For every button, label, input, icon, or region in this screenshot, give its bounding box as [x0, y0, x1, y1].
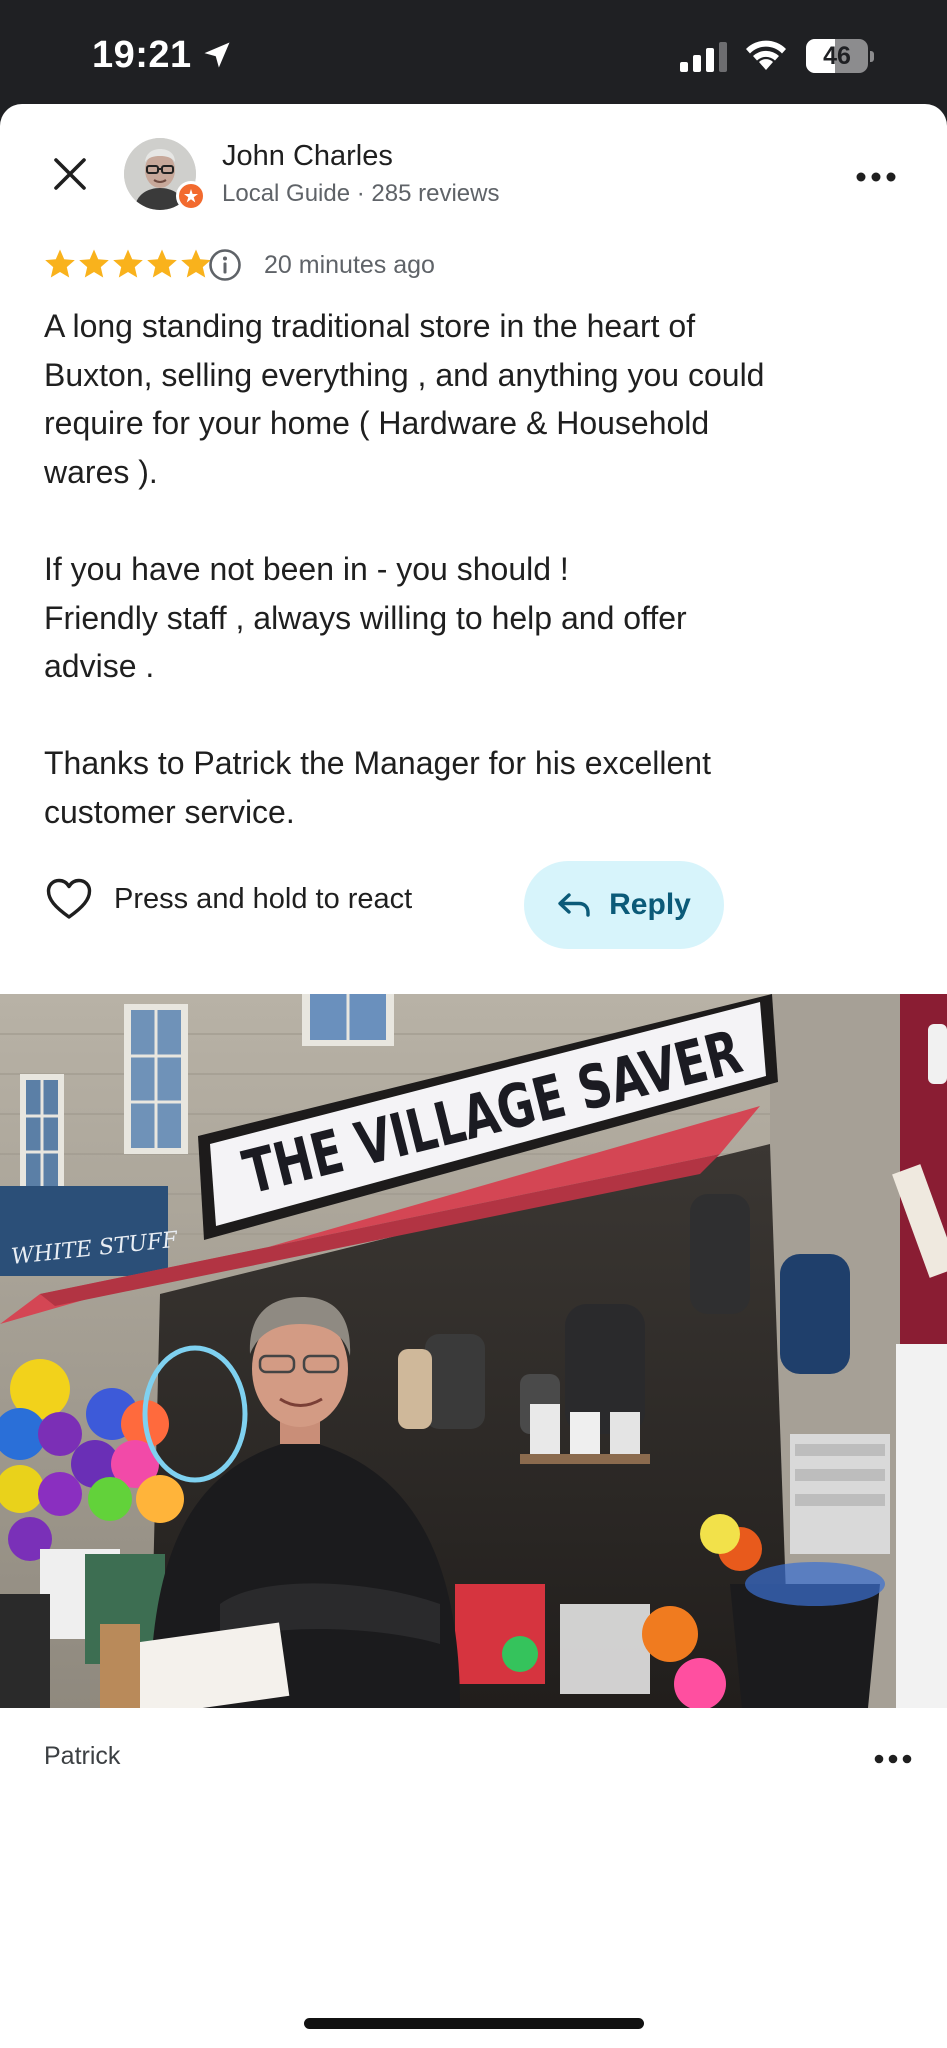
star-icon	[113, 249, 143, 278]
review-text: A long standing traditional store in the…	[44, 308, 765, 830]
star-icon	[79, 249, 109, 278]
more-options-button[interactable]	[850, 162, 902, 192]
reply-button[interactable]: Reply	[524, 861, 724, 949]
battery-icon: 46	[806, 39, 874, 73]
reviewer-name[interactable]: John Charles	[222, 140, 393, 173]
info-icon[interactable]	[208, 248, 242, 282]
star-icon	[147, 249, 177, 278]
reply-label: Reply	[609, 888, 691, 921]
photo-more-options-button[interactable]	[868, 1744, 918, 1774]
home-indicator[interactable]	[304, 2018, 644, 2029]
wifi-icon	[746, 40, 786, 70]
react-button[interactable]: Press and hold to react	[46, 874, 412, 924]
status-time: 19:21	[92, 34, 192, 76]
battery-level: 46	[823, 42, 851, 70]
react-label: Press and hold to react	[114, 882, 413, 915]
photo-caption: Patrick	[44, 1742, 121, 1770]
review-photo[interactable]: WHITE STUFF THE VILLAGE SAVER	[0, 994, 947, 1708]
shopfront-photo: WHITE STUFF THE VILLAGE SAVER	[0, 994, 947, 1708]
more-horizontal-icon	[874, 1754, 912, 1764]
close-icon	[54, 158, 86, 190]
reviewer-meta: Local Guide · 285 reviews	[222, 180, 500, 207]
status-bar: 19:21 46	[0, 0, 947, 104]
review-sheet: John Charles Local Guide · 285 reviews 2…	[0, 104, 947, 2048]
review-time: 20 minutes ago	[264, 251, 435, 279]
location-arrow-icon	[204, 42, 230, 68]
heart-outline-icon	[46, 878, 92, 919]
more-horizontal-icon	[856, 172, 896, 182]
star-rating	[44, 248, 212, 282]
close-button[interactable]	[46, 150, 94, 198]
cellular-signal-icon	[680, 42, 727, 72]
local-guide-badge-icon	[176, 181, 206, 211]
reply-arrow-icon	[558, 893, 590, 917]
star-icon	[45, 249, 75, 278]
